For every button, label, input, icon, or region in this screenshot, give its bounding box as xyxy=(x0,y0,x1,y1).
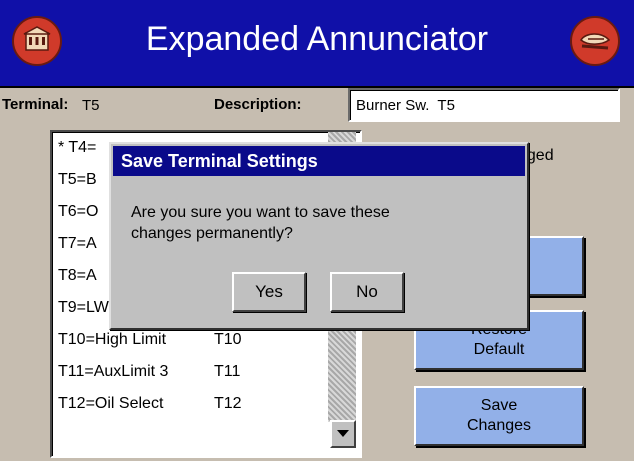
title-bar: Expanded Annunciator xyxy=(0,0,634,88)
terminal-label: Terminal: xyxy=(2,96,69,113)
yes-button[interactable]: Yes xyxy=(232,272,306,312)
save-changes-line2: Changes xyxy=(466,417,532,434)
no-button[interactable]: No xyxy=(330,272,404,312)
list-item[interactable]: T6=O xyxy=(58,198,98,226)
list-item[interactable]: T10=High Limit T10 xyxy=(58,326,242,354)
burner-button[interactable] xyxy=(570,16,620,66)
restore-default-line2: Default xyxy=(473,341,525,358)
dialog-message-line1: Are you sure you want to save these xyxy=(131,204,390,221)
save-changes-button[interactable]: Save Changes xyxy=(414,386,584,446)
terminal-value: T5 xyxy=(82,97,100,114)
list-item[interactable]: T5=B xyxy=(58,166,97,194)
page-title: Expanded Annunciator xyxy=(145,20,489,58)
scroll-down-button[interactable] xyxy=(330,420,356,448)
list-item[interactable]: * T4= xyxy=(58,134,96,162)
list-item[interactable]: T8=A xyxy=(58,262,97,290)
arrow-down-icon xyxy=(337,430,349,437)
save-changes-line1: Save xyxy=(480,397,518,414)
description-label: Description: xyxy=(214,96,302,113)
dialog-message-line2: changes permanently? xyxy=(131,225,293,242)
save-dialog: Save Terminal Settings Are you sure you … xyxy=(109,142,529,330)
burner-icon xyxy=(580,33,611,50)
list-item[interactable]: T7=A xyxy=(58,230,97,258)
dialog-message: Are you sure you want to save these chan… xyxy=(131,202,511,244)
description-field[interactable] xyxy=(348,88,620,122)
dialog-title: Save Terminal Settings xyxy=(113,146,525,176)
list-item[interactable]: T11=AuxLimit 3 T11 xyxy=(58,358,240,386)
list-item[interactable]: T12=Oil Select T12 xyxy=(58,390,242,418)
